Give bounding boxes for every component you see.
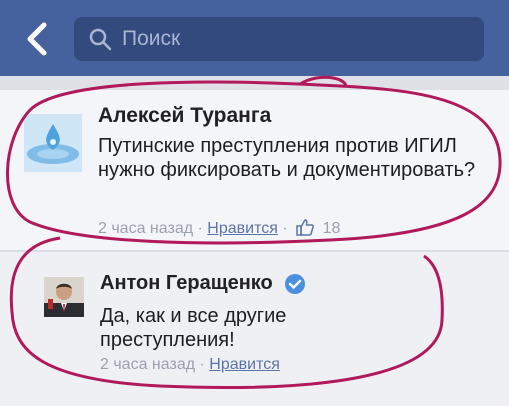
thumbs-up-icon (296, 219, 315, 236)
comment-text: Да, как и все другие преступления! (100, 305, 287, 351)
like-link[interactable]: Нравится (209, 356, 280, 373)
meta-dot: · (282, 220, 288, 237)
comment-time: 2 часа назад (98, 220, 194, 237)
comment-time: 2 часа назад (100, 356, 196, 373)
comment-author[interactable]: Алексей Туранга (98, 104, 271, 128)
person-avatar-icon (44, 277, 84, 317)
search-input[interactable]: Поиск (74, 17, 484, 61)
verified-badge-icon (285, 273, 306, 294)
water-drop-avatar-icon (24, 114, 82, 172)
comment-text: Путинские преступления против ИГИЛ нужно… (98, 135, 476, 181)
like-link[interactable]: Нравится (207, 220, 278, 237)
comment-author: Антон Геращенко (100, 272, 306, 295)
like-count: 18 (322, 220, 341, 237)
comment-2: Антон Геращенко Да, как и все другие пре… (0, 252, 509, 406)
chevron-left-icon (27, 22, 47, 56)
avatar[interactable] (24, 114, 82, 172)
comment-meta: 2 часа назад · Нравится (100, 356, 280, 374)
meta-dot: · (197, 220, 203, 237)
search-icon (89, 28, 112, 51)
search-placeholder: Поиск (122, 27, 181, 50)
avatar[interactable] (44, 277, 84, 317)
top-bar: Поиск (0, 0, 509, 76)
comment-meta: 2 часа назад · Нравится · 18 (98, 218, 340, 238)
meta-dot: · (199, 356, 205, 373)
separator (0, 76, 509, 90)
back-button[interactable] (18, 18, 56, 60)
author-name[interactable]: Антон Геращенко (100, 272, 273, 294)
comment-1: Алексей Туранга Путинские преступления п… (0, 90, 509, 250)
